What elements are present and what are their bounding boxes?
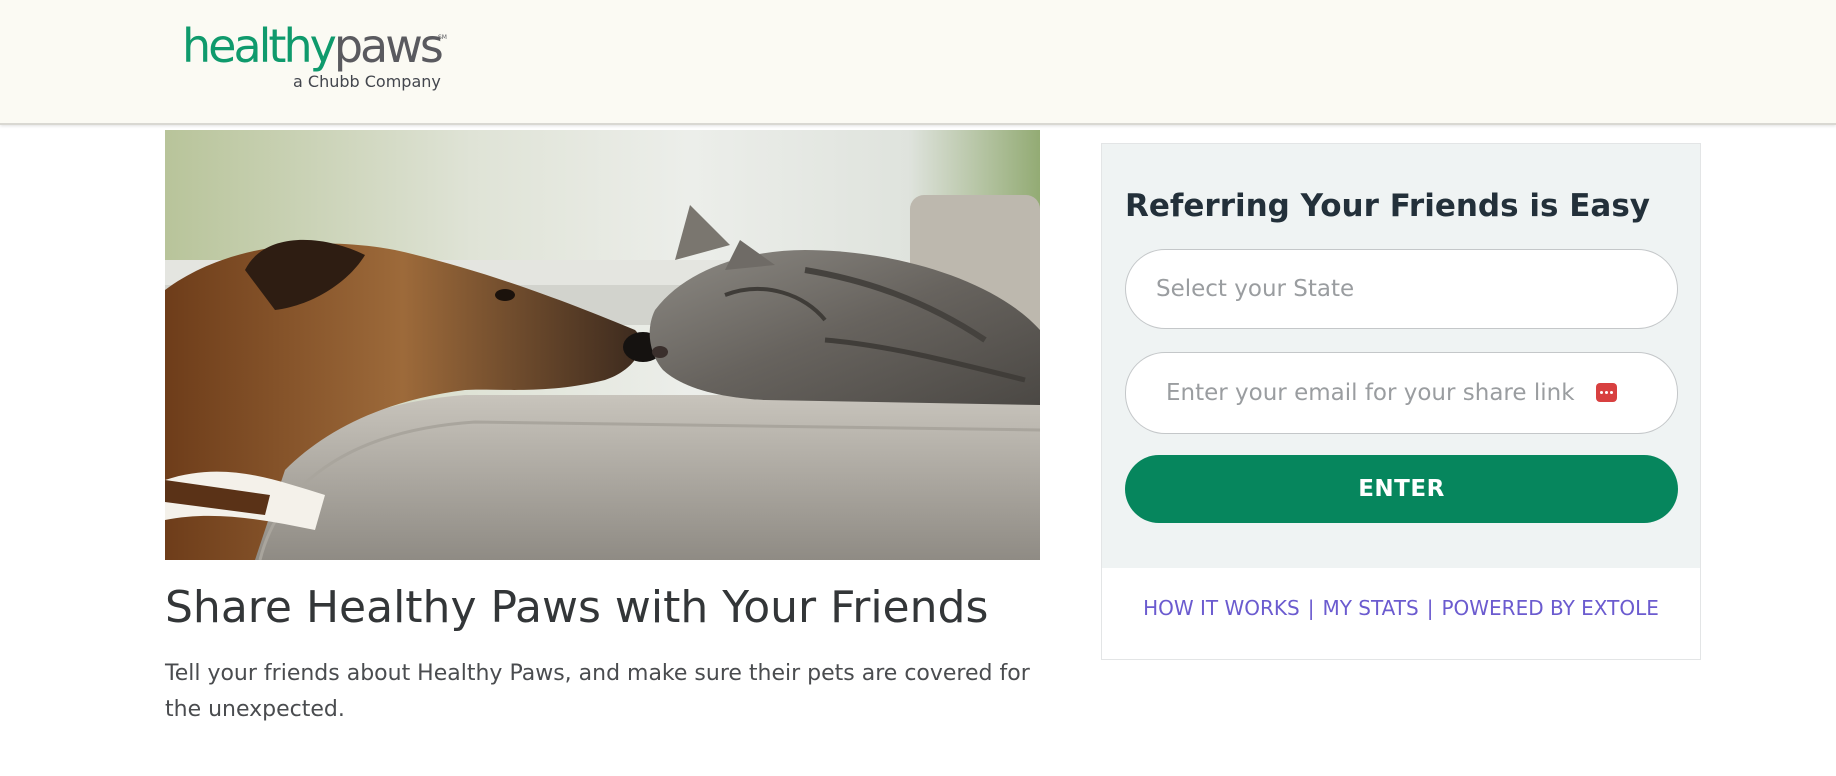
page-title: Share Healthy Paws with Your Friends — [165, 582, 989, 633]
page-description: Tell your friends about Healthy Paws, an… — [165, 661, 1030, 722]
healthy-paws-logo[interactable]: healthypaws SM a Chubb Company — [182, 18, 452, 98]
my-stats-link[interactable]: MY STATS — [1322, 596, 1418, 620]
autofill-dot — [1610, 391, 1613, 394]
enter-button[interactable]: ENTER — [1125, 455, 1678, 523]
logo-word-paws: paws — [333, 19, 444, 73]
how-it-works-link[interactable]: HOW IT WORKS — [1143, 596, 1300, 620]
email-field — [1125, 352, 1678, 434]
referral-card: Referring Your Friends is Easy Select yo… — [1101, 143, 1701, 660]
password-manager-icon[interactable] — [1596, 383, 1617, 402]
logo-word-healthy: healthy — [182, 19, 337, 73]
autofill-dot — [1600, 391, 1603, 394]
link-separator: | — [1307, 596, 1315, 620]
link-separator: | — [1426, 596, 1434, 620]
email-input[interactable] — [1164, 353, 1604, 433]
state-select[interactable]: Select your State — [1125, 249, 1678, 329]
site-header: healthypaws SM a Chubb Company — [0, 0, 1836, 125]
logo-tagline: a Chubb Company — [293, 72, 441, 91]
referral-links: HOW IT WORKS | MY STATS | POWERED BY EXTOLE — [1102, 596, 1700, 620]
referral-title: Referring Your Friends is Easy — [1125, 188, 1650, 224]
referral-form-panel: Referring Your Friends is Easy Select yo… — [1102, 144, 1700, 568]
powered-by-extole-link[interactable]: POWERED BY EXTOLE — [1441, 596, 1658, 620]
hero-image — [165, 130, 1040, 560]
logo-service-mark: SM — [438, 34, 447, 41]
autofill-dot — [1605, 391, 1608, 394]
dog-and-cat-photo — [165, 130, 1040, 560]
logo-wordmark: healthypaws — [182, 18, 444, 74]
